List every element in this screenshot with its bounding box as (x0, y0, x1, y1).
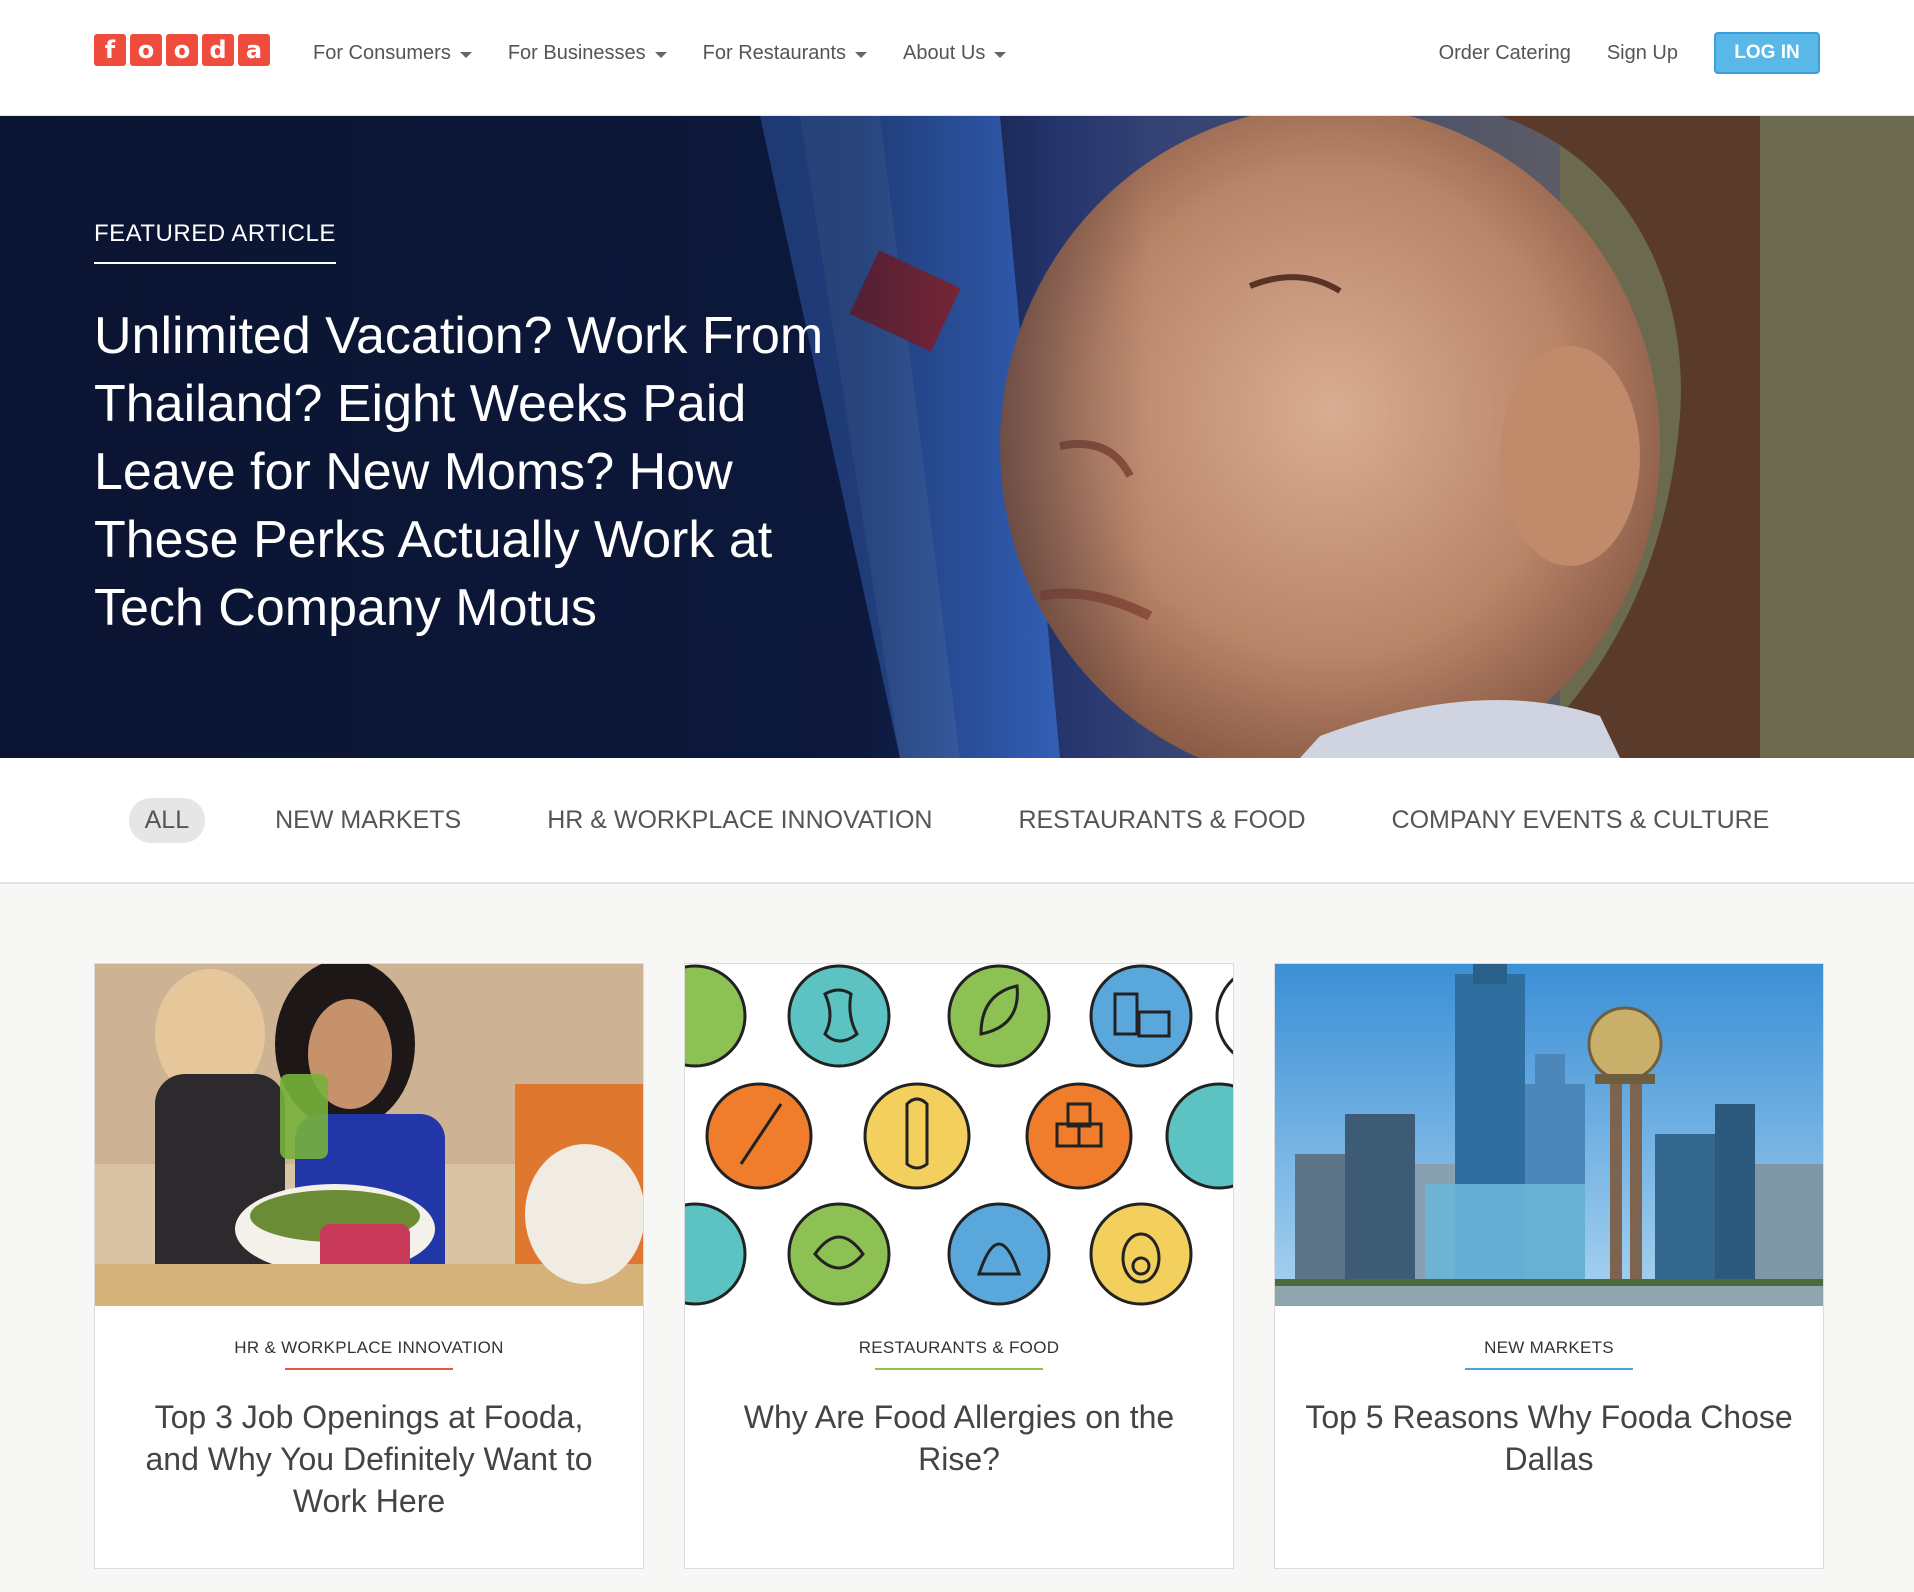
category-underline (285, 1368, 453, 1370)
logo-letter: d (202, 34, 234, 66)
filter-all[interactable]: ALL (128, 797, 206, 843)
filter-restaurants-food[interactable]: RESTAURANTS & FOOD (1002, 798, 1321, 843)
article-card[interactable]: RESTAURANTS & FOOD Why Are Food Allergie… (684, 963, 1234, 1569)
main-nav: For Consumers For Businesses For Restaur… (313, 0, 1007, 106)
nav-for-businesses[interactable]: For Businesses (508, 42, 667, 65)
card-category: RESTAURANTS & FOOD (858, 1338, 1060, 1357)
chevron-down-icon (654, 51, 667, 58)
logo-letter: f (94, 34, 126, 66)
featured-article-title[interactable]: Unlimited Vacation? Work From Thailand? … (94, 302, 854, 642)
dallas-skyline-image (1275, 964, 1823, 1306)
chevron-down-icon (855, 51, 868, 58)
nav-for-consumers[interactable]: For Consumers (313, 42, 472, 65)
log-in-button[interactable]: LOG IN (1714, 32, 1820, 74)
filter-hr-workplace-innovation[interactable]: HR & WORKPLACE INNOVATION (531, 798, 948, 843)
card-title[interactable]: Top 5 Reasons Why Fooda Chose Dallas (1305, 1396, 1793, 1480)
card-title[interactable]: Top 3 Job Openings at Fooda, and Why You… (125, 1396, 613, 1522)
category-underline (1465, 1368, 1633, 1370)
nav-label: For Restaurants (702, 41, 847, 64)
sign-up-link[interactable]: Sign Up (1607, 42, 1678, 65)
nav-label: For Consumers (313, 41, 451, 64)
category-underline (875, 1368, 1043, 1370)
account-nav: Order Catering Sign Up LOG IN (1439, 0, 1820, 106)
logo-letter: o (166, 34, 198, 66)
filter-new-markets[interactable]: NEW MARKETS (259, 798, 477, 843)
article-card[interactable]: HR & WORKPLACE INNOVATION Top 3 Job Open… (94, 963, 644, 1569)
category-filter-bar: ALL NEW MARKETS HR & WORKPLACE INNOVATIO… (0, 758, 1914, 884)
article-grid: HR & WORKPLACE INNOVATION Top 3 Job Open… (94, 963, 1824, 1569)
chevron-down-icon (994, 51, 1007, 58)
nav-label: For Businesses (507, 41, 646, 64)
nav-about-us[interactable]: About Us (903, 41, 1007, 65)
nav-for-restaurants[interactable]: For Restaurants (702, 41, 868, 65)
nav-label: About Us (903, 41, 986, 64)
order-catering-link[interactable]: Order Catering (1439, 42, 1571, 65)
filter-company-events-culture[interactable]: COMPANY EVENTS & CULTURE (1376, 798, 1786, 843)
logo-letter: o (130, 34, 162, 66)
site-header: f o o d a For Consumers For Businesses F… (0, 0, 1914, 116)
featured-article-label: FEATURED ARTICLE (94, 220, 336, 264)
coworkers-lunch-image (95, 964, 643, 1306)
chevron-down-icon (459, 51, 472, 58)
featured-hero[interactable]: FEATURED ARTICLE Unlimited Vacation? Wor… (0, 116, 1914, 758)
fooda-logo[interactable]: f o o d a (94, 34, 270, 66)
card-category: HR & WORKPLACE INNOVATION (234, 1338, 504, 1357)
logo-letter: a (238, 34, 270, 66)
food-allergy-icons-image (685, 964, 1233, 1306)
card-title[interactable]: Why Are Food Allergies on the Rise? (715, 1396, 1203, 1480)
article-card[interactable]: NEW MARKETS Top 5 Reasons Why Fooda Chos… (1274, 963, 1824, 1569)
card-category: NEW MARKETS (1484, 1338, 1614, 1357)
